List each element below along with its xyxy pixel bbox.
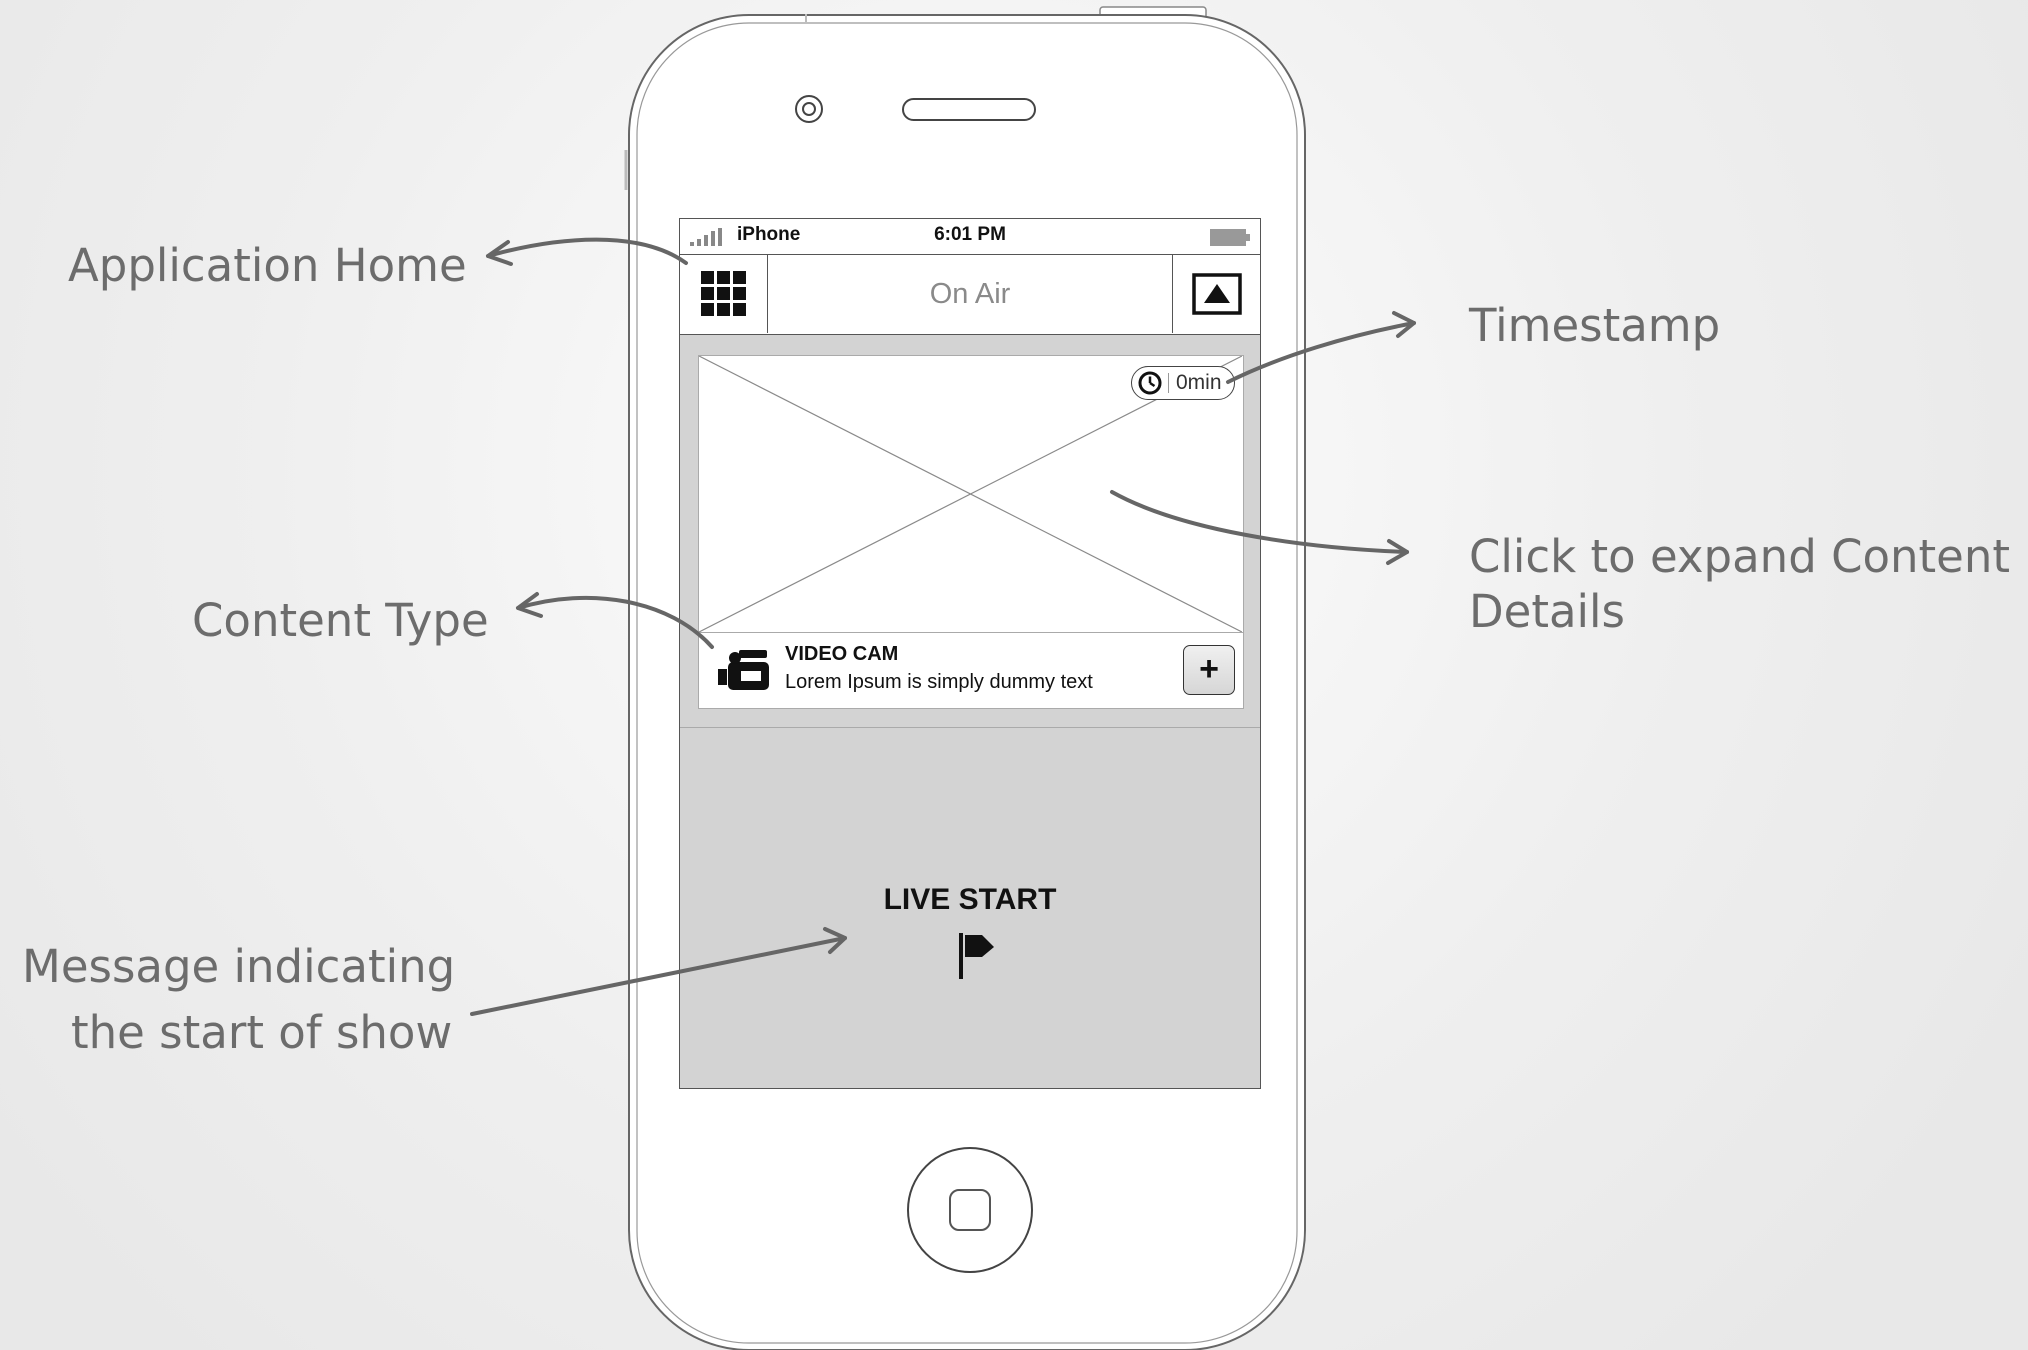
callout-application-home: Application Home <box>68 239 467 292</box>
application-home-button[interactable] <box>680 255 768 333</box>
airplay-button[interactable] <box>1172 255 1260 333</box>
callout-message-line1: Message indicating <box>22 940 456 993</box>
front-camera-icon <box>795 95 823 123</box>
timestamp-text: 0min <box>1176 371 1222 394</box>
content-card[interactable]: 0min VIDEO CAM Lorem Ipsum is simply dum… <box>698 355 1244 709</box>
home-button[interactable] <box>905 1145 1035 1275</box>
status-bar: iPhone 6:01 PM <box>680 219 1260 255</box>
callout-message-line2: the start of show <box>71 1006 453 1059</box>
airplay-icon <box>1191 273 1242 315</box>
wireframe-stage: iPhone 6:01 PM On Air 0min VIDEO CAM Lor… <box>0 0 2028 1350</box>
nav-bar: On Air <box>680 255 1260 335</box>
content-type-label: VIDEO CAM <box>785 643 899 665</box>
battery-icon <box>1210 229 1250 246</box>
callout-expand-line2: Details <box>1469 585 1626 638</box>
section-divider <box>680 727 1260 728</box>
timestamp-badge: 0min <box>1131 366 1235 400</box>
video-camera-icon <box>718 650 769 690</box>
callout-timestamp: Timestamp <box>1469 299 1721 352</box>
card-footer: VIDEO CAM Lorem Ipsum is simply dummy te… <box>699 632 1243 708</box>
clock-icon <box>1138 371 1162 395</box>
status-time: 6:01 PM <box>934 224 1006 245</box>
page-title: On Air <box>929 278 1011 310</box>
expand-details-button[interactable]: + <box>1183 645 1235 695</box>
speaker-grille <box>902 98 1036 121</box>
live-start-label: LIVE START <box>883 883 1057 916</box>
timestamp-divider <box>1168 373 1169 393</box>
grid-icon <box>700 271 746 316</box>
callout-content-type: Content Type <box>192 594 489 647</box>
flag-icon <box>959 933 994 979</box>
phone-screen: iPhone 6:01 PM On Air 0min VIDEO CAM Lor… <box>679 218 1261 1089</box>
content-description: Lorem Ipsum is simply dummy text <box>785 671 1093 693</box>
callout-expand-line1: Click to expand Content <box>1469 530 2011 583</box>
